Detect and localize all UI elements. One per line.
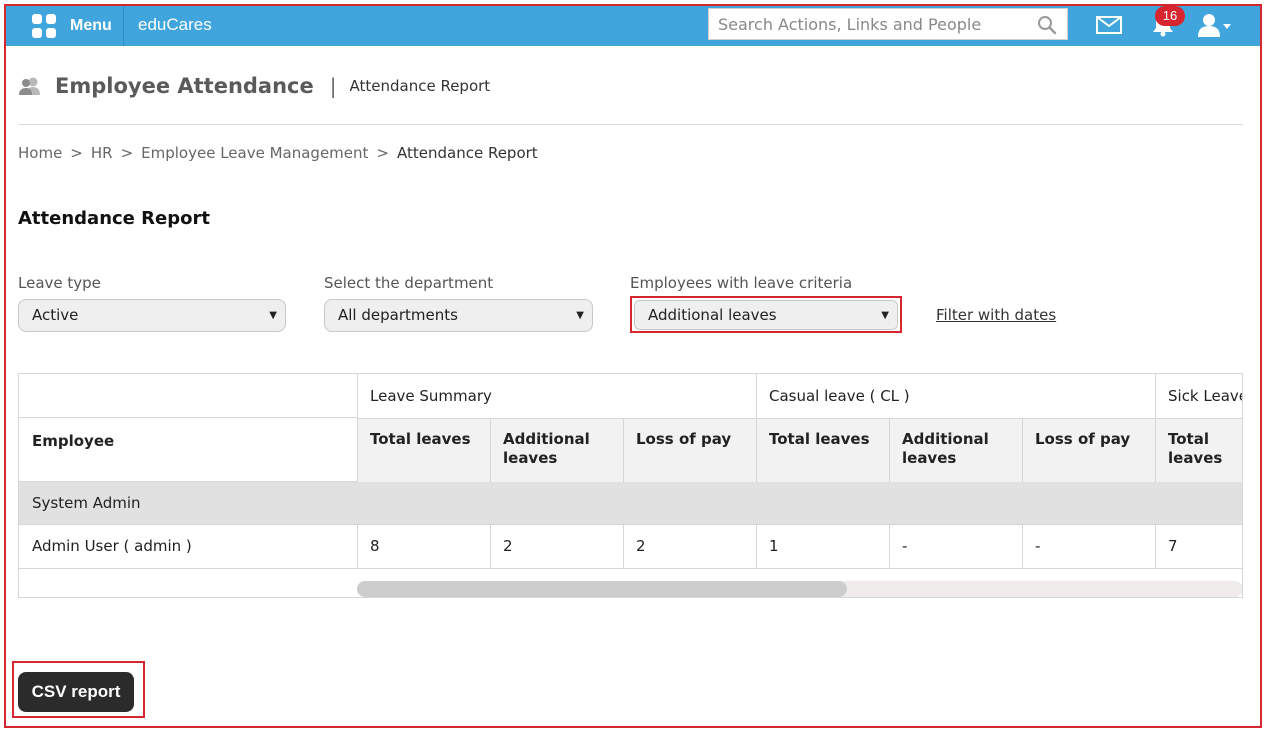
breadcrumb-home[interactable]: Home: [18, 144, 62, 162]
department-select[interactable]: All departments ▼: [324, 299, 593, 332]
breadcrumb-current: Attendance Report: [397, 144, 538, 162]
top-navigation-bar: Menu eduCares 16: [6, 6, 1260, 46]
apps-grid-icon: [32, 14, 56, 38]
group-header-casual-leave: Casual leave ( CL ): [769, 387, 910, 405]
search-input[interactable]: [709, 9, 1019, 39]
mail-icon[interactable]: [1096, 16, 1122, 34]
grid-line: [1022, 418, 1023, 482]
grid-line: [357, 374, 358, 482]
grid-line: [19, 481, 358, 482]
notification-badge: 16: [1155, 6, 1185, 26]
section-title: Attendance Report: [18, 208, 210, 229]
grid-line: [756, 525, 757, 568]
page-header: Employee Attendance | Attendance Report: [18, 74, 490, 98]
department-label: Select the department: [324, 274, 494, 292]
breadcrumb-leave-management[interactable]: Employee Leave Management: [141, 144, 368, 162]
grid-line: [1022, 525, 1023, 568]
search-box: [708, 8, 1068, 40]
dropdown-arrow-icon: ▼: [269, 310, 277, 321]
attendance-table: System Admin Total leaves Additional lea…: [18, 373, 1243, 598]
breadcrumb-separator: >: [70, 144, 83, 162]
page-subtitle: Attendance Report: [349, 77, 491, 95]
department-value: All departments: [338, 306, 458, 324]
menu-button[interactable]: Menu: [6, 6, 124, 46]
col-header: Loss of pay: [1023, 418, 1156, 482]
grid-line: [1155, 374, 1156, 482]
table-cell: 7: [1168, 537, 1178, 555]
grid-line: [889, 525, 890, 568]
annotation-frame: [4, 4, 1262, 728]
col-header: Total leaves: [1156, 418, 1242, 482]
grid-line: [19, 417, 358, 418]
user-avatar-icon[interactable]: [1198, 12, 1232, 38]
leave-criteria-value: Additional leaves: [648, 306, 777, 324]
brand-link[interactable]: eduCares: [138, 15, 212, 35]
grid-line: [623, 525, 624, 568]
col-header: Loss of pay: [624, 418, 757, 482]
grid-line: [756, 374, 757, 482]
grid-line: [19, 568, 1242, 569]
breadcrumb-separator: >: [376, 144, 389, 162]
group-row-label: System Admin: [32, 494, 141, 512]
criteria-label: Employees with leave criteria: [630, 274, 853, 292]
leave-type-value: Active: [32, 306, 79, 324]
people-icon: [19, 77, 40, 95]
page-title: Employee Attendance: [55, 74, 314, 98]
group-header-sick-leave: Sick Leave: [1168, 387, 1243, 405]
header-divider: [18, 124, 1243, 125]
grid-line: [357, 525, 358, 568]
col-header: Additional leaves: [491, 418, 624, 482]
table-cell: -: [902, 537, 908, 555]
employee-name-cell: Admin User ( admin ): [32, 537, 192, 555]
csv-report-button[interactable]: CSV report: [18, 672, 134, 712]
grid-line: [1155, 525, 1156, 568]
grid-line: [889, 418, 890, 482]
grid-line: [623, 418, 624, 482]
dropdown-arrow-icon: ▼: [576, 310, 584, 321]
dropdown-arrow-icon: ▼: [881, 310, 889, 321]
breadcrumb-separator: >: [120, 144, 134, 162]
filter-with-dates-link[interactable]: Filter with dates: [936, 306, 1056, 324]
employee-header: Employee: [32, 432, 115, 450]
grid-line: [490, 418, 491, 482]
table-cell: 1: [769, 537, 779, 555]
breadcrumb-hr[interactable]: HR: [91, 144, 113, 162]
search-icon[interactable]: [1037, 15, 1057, 35]
grid-line: [19, 524, 1242, 525]
breadcrumb: Home > HR > Employee Leave Management > Attend…: [18, 144, 538, 162]
table-cell: -: [1035, 537, 1041, 555]
col-header: Additional leaves: [890, 418, 1023, 482]
col-header: Total leaves: [358, 418, 491, 482]
menu-label: Menu: [70, 17, 112, 34]
table-cell: 2: [636, 537, 646, 555]
title-separator: |: [329, 74, 337, 98]
leave-criteria-select[interactable]: Additional leaves ▼: [634, 300, 898, 330]
leave-type-label: Leave type: [18, 274, 101, 292]
grid-line: [490, 525, 491, 568]
col-header: Total leaves: [757, 418, 890, 482]
leave-type-select[interactable]: Active ▼: [18, 299, 286, 332]
group-header-leave-summary: Leave Summary: [370, 387, 492, 405]
horizontal-scrollbar-thumb[interactable]: [357, 581, 847, 597]
table-cell: 8: [370, 537, 380, 555]
table-cell: 2: [503, 537, 513, 555]
